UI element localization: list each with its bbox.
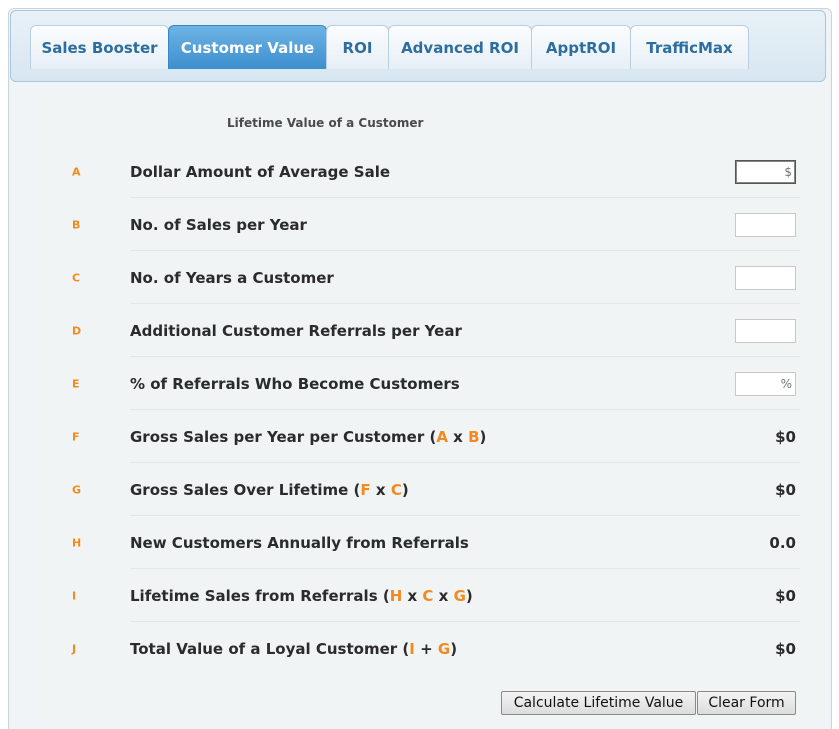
formula-ref: C bbox=[390, 480, 402, 499]
form-title: Lifetime Value of a Customer bbox=[227, 116, 424, 130]
row-e: E % of Referrals Who Become Customers bbox=[40, 357, 810, 410]
tab-bar: Sales Booster Customer Value ROI Advance… bbox=[10, 10, 826, 82]
formula-ref: B bbox=[468, 427, 480, 446]
tab-trafficmax[interactable]: TrafficMax bbox=[630, 25, 749, 69]
calculate-lifetime-value-button[interactable]: Calculate Lifetime Value bbox=[501, 691, 696, 715]
sales-per-year-input[interactable] bbox=[735, 212, 796, 237]
total-loyal-customer-value: $0 bbox=[775, 639, 796, 658]
formula-ref: G bbox=[453, 586, 466, 605]
row-h: H New Customers Annually from Referrals … bbox=[40, 516, 810, 569]
row-label: No. of Years a Customer bbox=[130, 268, 334, 287]
row-g: G Gross Sales Over Lifetime (F x C) $0 bbox=[40, 463, 810, 516]
tab-customer-value[interactable]: Customer Value bbox=[168, 25, 327, 69]
row-d: D Additional Customer Referrals per Year bbox=[40, 304, 810, 357]
tab-advanced-roi[interactable]: Advanced ROI bbox=[388, 25, 532, 69]
row-letter: B bbox=[72, 218, 81, 231]
formula-ref: G bbox=[437, 639, 451, 658]
referral-conversion-input[interactable] bbox=[735, 371, 796, 396]
formula-ref: I bbox=[409, 639, 415, 658]
formula-ref: F bbox=[360, 480, 371, 499]
row-label-text: Gross Sales per Year per Customer bbox=[130, 427, 425, 446]
gross-sales-year-value: $0 bbox=[775, 427, 796, 446]
lifetime-referral-sales-value: $0 bbox=[775, 586, 796, 605]
row-label-text: Lifetime Sales from Referrals bbox=[130, 586, 378, 605]
formula-operator: x bbox=[375, 480, 386, 499]
formula-operator: + bbox=[420, 639, 433, 658]
row-label: Additional Customer Referrals per Year bbox=[130, 321, 462, 340]
row-label: Dollar Amount of Average Sale bbox=[130, 162, 391, 181]
row-a: A Dollar Amount of Average Sale bbox=[40, 145, 810, 198]
row-letter: F bbox=[72, 430, 80, 443]
row-label: No. of Sales per Year bbox=[130, 215, 307, 234]
row-letter: G bbox=[72, 483, 82, 496]
row-label: Gross Sales Over Lifetime (F x C) bbox=[130, 480, 409, 499]
formula-ref: A bbox=[436, 427, 448, 446]
row-label: % of Referrals Who Become Customers bbox=[130, 374, 460, 393]
row-letter: H bbox=[72, 536, 82, 549]
tab-roi[interactable]: ROI bbox=[326, 25, 389, 69]
row-b: B No. of Sales per Year bbox=[40, 198, 810, 251]
years-customer-input[interactable] bbox=[735, 265, 796, 290]
row-letter: I bbox=[72, 589, 77, 602]
row-label-text: Gross Sales Over Lifetime bbox=[130, 480, 349, 499]
row-letter: C bbox=[72, 271, 81, 284]
row-letter: E bbox=[72, 377, 80, 390]
row-f: F Gross Sales per Year per Customer (A x… bbox=[40, 410, 810, 463]
formula-ref: C bbox=[422, 586, 434, 605]
formula-ref: H bbox=[389, 586, 403, 605]
row-label: Lifetime Sales from Referrals (H x C x G… bbox=[130, 586, 473, 605]
formula-operator: x bbox=[407, 586, 418, 605]
clear-form-button[interactable]: Clear Form bbox=[697, 691, 796, 715]
row-letter: J bbox=[72, 642, 77, 655]
average-sale-input[interactable] bbox=[735, 159, 796, 184]
formula-operator: x bbox=[453, 427, 463, 446]
new-customers-value: 0.0 bbox=[769, 533, 796, 552]
formula-operator: x bbox=[438, 586, 449, 605]
row-i: I Lifetime Sales from Referrals (H x C x… bbox=[40, 569, 810, 622]
row-label: Total Value of a Loyal Customer (I + G) bbox=[130, 639, 458, 658]
row-letter: D bbox=[72, 324, 82, 337]
row-c: C No. of Years a Customer bbox=[40, 251, 810, 304]
row-letter: A bbox=[72, 165, 81, 178]
gross-sales-lifetime-value: $0 bbox=[775, 480, 796, 499]
row-label: Gross Sales per Year per Customer (A x B… bbox=[130, 427, 487, 446]
tab-sales-booster[interactable]: Sales Booster bbox=[30, 25, 169, 69]
referrals-per-year-input[interactable] bbox=[735, 318, 796, 343]
row-label: New Customers Annually from Referrals bbox=[130, 533, 469, 552]
row-j: J Total Value of a Loyal Customer (I + G… bbox=[40, 622, 810, 675]
row-label-text: Total Value of a Loyal Customer bbox=[130, 639, 398, 658]
tab-apptroi[interactable]: ApptROI bbox=[531, 25, 631, 69]
